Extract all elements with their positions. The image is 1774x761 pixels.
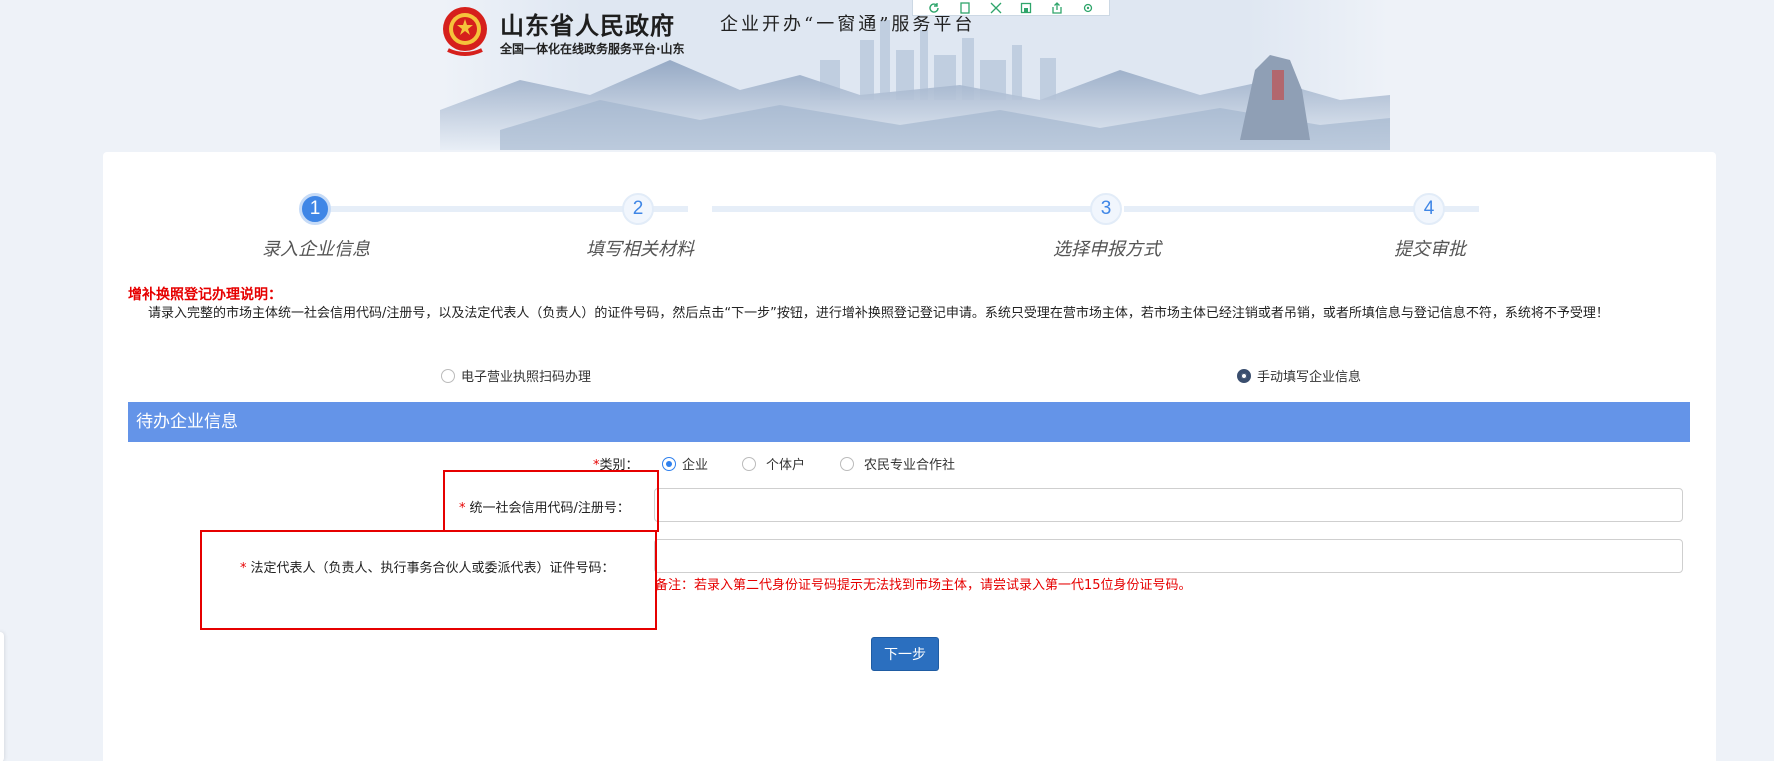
- id-number-hint: 备注：若录入第二代身份证号码提示无法找到市场主体，请尝试录入第一代15位身份证号…: [655, 578, 1192, 593]
- step-4-number: 4: [1413, 193, 1445, 225]
- step-1-label: 录入企业信息: [262, 239, 370, 260]
- site-subtitle: 全国一体化在线政务服务平台·山东: [500, 42, 685, 56]
- step-3-label: 选择申报方式: [1053, 239, 1161, 260]
- manual-radio[interactable]: [1237, 368, 1251, 383]
- step-2-number: 2: [622, 193, 654, 225]
- individual-radio[interactable]: [742, 456, 756, 471]
- scan-radio[interactable]: [441, 368, 455, 383]
- notice-title: 增补换照登记办理说明：: [128, 287, 282, 303]
- highlight-box-credit-code: [443, 470, 659, 532]
- mode-option-manual[interactable]: 手动填写企业信息: [1237, 366, 1361, 385]
- enterprise-radio[interactable]: [662, 456, 676, 471]
- mode-option-manual-label: 手动填写企业信息: [1257, 370, 1362, 385]
- save-icon[interactable]: [1019, 2, 1033, 14]
- notice-body: 请录入完整的市场主体统一社会信用代码/注册号，以及法定代表人（负责人）的证件号码…: [148, 306, 1609, 321]
- highlight-box-id-number: [200, 530, 657, 630]
- step-3-number: 3: [1090, 193, 1122, 225]
- type-option-individual[interactable]: 个体户: [742, 454, 805, 473]
- type-option-cooperative[interactable]: 农民专业合作社: [840, 454, 955, 473]
- step-2-label: 填写相关材料: [586, 239, 694, 260]
- mode-option-scan[interactable]: 电子营业执照扫码办理: [441, 366, 591, 385]
- cooperative-radio[interactable]: [840, 456, 854, 471]
- type-option-enterprise[interactable]: 企业: [662, 454, 708, 473]
- type-option-enterprise-label: 企业: [682, 458, 709, 473]
- step-connector: [712, 206, 1092, 212]
- credit-code-input[interactable]: [654, 488, 1683, 522]
- refresh-icon[interactable]: [927, 2, 941, 14]
- type-option-cooperative-label: 农民专业合作社: [864, 458, 956, 473]
- step-4-label: 提交审批: [1394, 239, 1466, 260]
- national-emblem-icon: [443, 7, 487, 56]
- share-icon[interactable]: [1050, 1, 1064, 14]
- step-1-number: 1: [299, 193, 331, 225]
- floating-toolbar: [912, 0, 1110, 16]
- section-header: 待办企业信息: [128, 402, 1690, 442]
- page-header: 山东省人民政府 全国一体化在线政务服务平台·山东 企业开办“一窗通”服务平台: [0, 0, 1774, 150]
- id-number-input[interactable]: [654, 539, 1683, 573]
- type-option-individual-label: 个体户: [766, 458, 806, 473]
- expand-icon[interactable]: [989, 2, 1003, 14]
- site-title: 山东省人民政府: [500, 11, 675, 40]
- mode-option-scan-label: 电子营业执照扫码办理: [461, 370, 592, 385]
- side-edge-tab[interactable]: [0, 632, 4, 761]
- next-step-button[interactable]: 下一步: [871, 637, 939, 671]
- copy-icon[interactable]: [958, 1, 972, 14]
- settings-icon[interactable]: [1081, 2, 1095, 14]
